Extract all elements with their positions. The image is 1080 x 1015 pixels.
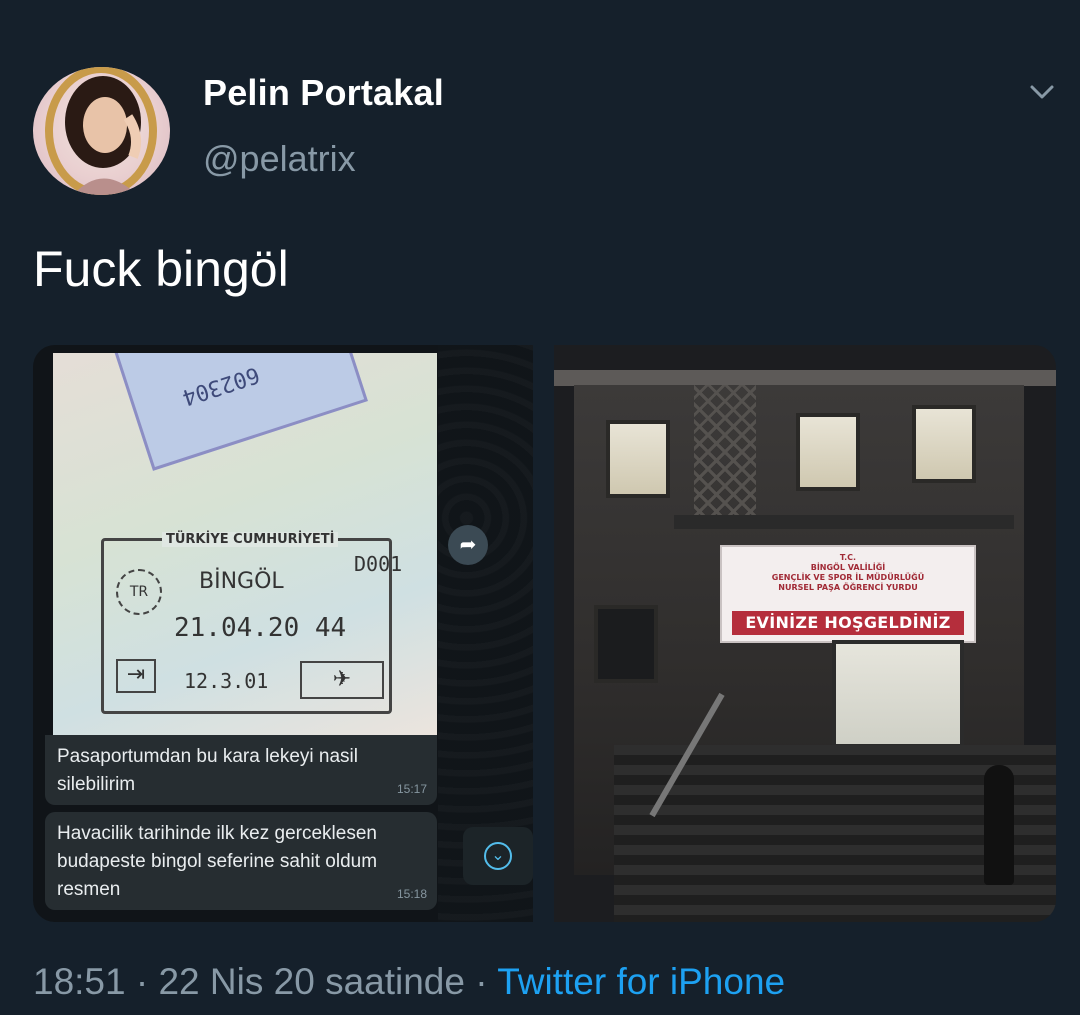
meta-separator: · (135, 961, 149, 1002)
display-name[interactable]: Pelin Portakal (203, 72, 444, 114)
welcome-banner: T.C. BİNGÖL VALİLİĞİ GENÇLİK VE SPOR İL … (720, 545, 976, 643)
chevron-down-icon[interactable] (1026, 80, 1058, 104)
passport-photo: 602304 TÜRKİYE CUMHURİYETİ TR BİNGÖL 21.… (53, 353, 437, 739)
entrance-door (832, 640, 964, 748)
scroll-down-button[interactable]: ⌄ (463, 827, 533, 885)
tweet-time[interactable]: 18:51 (33, 961, 126, 1002)
person-silhouette (984, 765, 1014, 885)
entry-stamp: TÜRKİYE CUMHURİYETİ TR BİNGÖL 21.04.20 4… (101, 532, 403, 714)
stamp-date-secondary: 12.3.01 (184, 669, 269, 693)
tweet-date[interactable]: 22 Nis 20 saatinde (158, 961, 464, 1002)
chevron-down-circle-icon: ⌄ (484, 842, 512, 870)
arrow-icon: ⇥ (116, 659, 156, 693)
banner-line: T.C. (839, 553, 857, 562)
roof-edge (554, 370, 1056, 386)
avatar[interactable] (33, 67, 170, 195)
chat-message: Pasaportumdan bu kara lekeyi nasil sileb… (45, 735, 437, 805)
entrance-canopy (674, 515, 1014, 529)
tweet-source-link[interactable]: Twitter for iPhone (497, 961, 785, 1002)
avatar-photo (45, 67, 157, 195)
tweet-image-chat[interactable]: 602304 TÜRKİYE CUMHURİYETİ TR BİNGÖL 21.… (33, 345, 533, 922)
window (796, 413, 860, 491)
tweet-image-building[interactable]: T.C. BİNGÖL VALİLİĞİ GENÇLİK VE SPOR İL … (554, 345, 1056, 922)
window (912, 405, 976, 483)
stamp-city: BİNGÖL (199, 569, 284, 594)
banner-line: BİNGÖL VALİLİĞİ (810, 563, 886, 572)
message-text: Havacilik tarihinde ilk kez gerceklesen … (57, 823, 378, 900)
tweet-meta: 18:51 · 22 Nis 20 saatinde · Twitter for… (33, 961, 785, 1003)
username-handle[interactable]: @pelatrix (203, 138, 356, 180)
lattice-panel (694, 385, 756, 525)
message-time: 15:18 (396, 887, 427, 901)
meta-separator: · (475, 961, 488, 1002)
forward-icon[interactable]: ➦ (448, 525, 488, 565)
stamp-date: 21.04.20 44 (174, 613, 347, 643)
stamp-title: TÜRKİYE CUMHURİYETİ (162, 532, 339, 547)
message-time: 15:17 (396, 782, 427, 796)
stamp-code: D001 (354, 552, 403, 576)
banner-line: NURSEL PAŞA ÖĞRENCİ YURDU (778, 583, 918, 592)
window (594, 605, 658, 683)
stamp-tr: TR (116, 569, 162, 615)
banner-line: GENÇLİK VE SPOR İL MÜDÜRLÜĞÜ (771, 573, 925, 582)
banner-headline: EVİNİZE HOŞGELDİNİZ (732, 611, 964, 635)
airplane-icon: ✈ (300, 661, 384, 699)
tweet-text: Fuck bingöl (33, 241, 289, 297)
window (606, 420, 670, 498)
chat-message: Havacilik tarihinde ilk kez gerceklesen … (45, 812, 437, 910)
message-text: Pasaportumdan bu kara lekeyi nasil sileb… (57, 746, 359, 795)
